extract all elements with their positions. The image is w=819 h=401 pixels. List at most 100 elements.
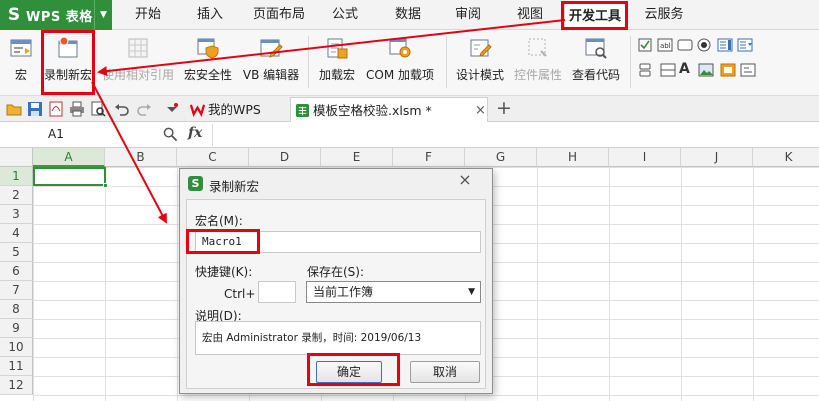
listbox-control-icon[interactable] bbox=[717, 38, 733, 52]
select-all-corner[interactable] bbox=[0, 148, 33, 167]
export-pdf-icon[interactable] bbox=[48, 101, 64, 117]
chevron-down-icon[interactable]: ▼ bbox=[94, 0, 112, 30]
label-control-icon[interactable]: A bbox=[679, 61, 695, 77]
row-header[interactable]: 5 bbox=[0, 243, 33, 262]
undo-icon[interactable] bbox=[114, 101, 130, 117]
row-header[interactable]: 4 bbox=[0, 224, 33, 243]
column-header[interactable]: J bbox=[681, 148, 753, 167]
shortcut-input[interactable] bbox=[258, 281, 296, 303]
com-addins-button[interactable]: COM 加载项 bbox=[362, 34, 438, 92]
scrollbar-control-icon[interactable] bbox=[660, 63, 676, 77]
row-header[interactable]: 3 bbox=[0, 205, 33, 224]
column-header[interactable]: I bbox=[609, 148, 681, 167]
column-header[interactable]: B bbox=[105, 148, 177, 167]
menu-bar: S WPS 表格 ▼ 开始 插入 页面布局 公式 数据 审阅 视图 开发工具 云… bbox=[0, 0, 819, 30]
insert-function-button[interactable]: fx bbox=[188, 125, 202, 141]
row-header[interactable]: 9 bbox=[0, 319, 33, 338]
macro-button[interactable]: 宏 bbox=[4, 34, 38, 92]
load-macro-button[interactable]: 加载宏 bbox=[314, 34, 360, 92]
column-header[interactable]: G bbox=[465, 148, 537, 167]
description-input[interactable]: 宏由 Administrator 录制，时间: 2019/06/13 bbox=[195, 321, 481, 355]
print-icon[interactable] bbox=[69, 101, 85, 117]
toggle-control-icon[interactable] bbox=[720, 63, 736, 77]
row-header[interactable]: 1 bbox=[0, 167, 33, 186]
fill-handle[interactable] bbox=[103, 183, 108, 188]
name-box[interactable]: A1 bbox=[0, 122, 160, 147]
gear-icon bbox=[389, 38, 411, 58]
vb-editor-icon bbox=[260, 39, 283, 58]
relative-reference-label: 使用相对引用 bbox=[101, 68, 174, 82]
developer-ribbon: 宏 录制新宏 使用相对引用 宏安全性 VB 编辑器 加载宏 COM 加载项 设计… bbox=[0, 30, 819, 96]
checkbox-control-icon[interactable] bbox=[638, 38, 654, 52]
open-folder-icon[interactable] bbox=[6, 101, 22, 117]
highlight-record-macro bbox=[41, 30, 95, 95]
row-header[interactable]: 11 bbox=[0, 357, 33, 376]
column-header[interactable]: H bbox=[537, 148, 609, 167]
spin-control-icon[interactable] bbox=[638, 63, 654, 77]
app-menu-button[interactable]: S WPS 表格 ▼ bbox=[0, 0, 112, 30]
row-header[interactable]: 10 bbox=[0, 338, 33, 357]
com-addins-label: COM 加载项 bbox=[366, 68, 434, 82]
row-header[interactable]: 7 bbox=[0, 281, 33, 300]
close-icon[interactable]: × bbox=[454, 170, 476, 190]
cancel-button[interactable]: 取消 bbox=[410, 361, 480, 383]
wps-brand-icon bbox=[190, 104, 205, 117]
tab-insert[interactable]: 插入 bbox=[192, 0, 228, 30]
zoom-icon[interactable] bbox=[163, 127, 178, 142]
wps-sheet-icon: S bbox=[188, 176, 203, 191]
row-header[interactable]: 6 bbox=[0, 262, 33, 281]
customize-toolbar-icon[interactable] bbox=[164, 101, 180, 117]
view-code-icon bbox=[585, 38, 607, 59]
tab-home[interactable]: 开始 bbox=[130, 0, 166, 30]
column-header[interactable]: C bbox=[177, 148, 249, 167]
row-header[interactable]: 2 bbox=[0, 186, 33, 205]
button-control-icon[interactable] bbox=[677, 38, 693, 52]
store-in-select[interactable]: 当前工作簿 ▼ bbox=[306, 281, 481, 303]
radio-control-icon[interactable] bbox=[697, 38, 713, 52]
spreadsheet-file-icon bbox=[295, 103, 310, 118]
control-properties-button[interactable]: 控件属性 bbox=[512, 34, 564, 92]
macro-security-button[interactable]: 宏安全性 bbox=[180, 34, 236, 92]
row-header[interactable]: 8 bbox=[0, 300, 33, 319]
vb-editor-label: VB 编辑器 bbox=[242, 68, 300, 82]
formula-input[interactable] bbox=[212, 124, 818, 146]
print-preview-icon[interactable] bbox=[90, 101, 106, 117]
column-header[interactable]: E bbox=[321, 148, 393, 167]
design-mode-button[interactable]: 设计模式 bbox=[452, 34, 508, 92]
combobox-control-icon[interactable] bbox=[737, 38, 753, 52]
design-mode-icon bbox=[470, 39, 492, 57]
textbox-control-icon[interactable]: abl bbox=[657, 38, 673, 52]
active-cell[interactable] bbox=[33, 167, 106, 186]
column-header[interactable]: F bbox=[393, 148, 465, 167]
tab-formulas[interactable]: 公式 bbox=[327, 0, 363, 30]
tab-data[interactable]: 数据 bbox=[390, 0, 426, 30]
app-name: WPS 表格 bbox=[26, 10, 93, 25]
column-header[interactable]: K bbox=[753, 148, 819, 167]
ctrl-label: Ctrl+ bbox=[224, 287, 256, 301]
row-header[interactable]: 12 bbox=[0, 376, 33, 395]
redo-icon[interactable] bbox=[136, 101, 152, 117]
dialog-title-bar[interactable]: S 录制新宏 × bbox=[180, 169, 492, 197]
column-header[interactable]: D bbox=[249, 148, 321, 167]
formula-bar: A1 fx bbox=[0, 122, 819, 148]
groupbox-control-icon[interactable] bbox=[740, 63, 756, 77]
tab-workbook[interactable]: 模板空格校验.xlsm * × bbox=[290, 97, 488, 122]
vb-editor-button[interactable]: VB 编辑器 bbox=[240, 34, 302, 92]
tab-cloud[interactable]: 云服务 bbox=[644, 0, 684, 30]
load-macro-label: 加载宏 bbox=[318, 68, 355, 82]
shield-icon bbox=[197, 38, 219, 59]
new-tab-icon[interactable]: + bbox=[494, 96, 514, 122]
save-icon[interactable] bbox=[27, 101, 43, 117]
tab-my-wps[interactable]: 我的WPS bbox=[186, 97, 286, 122]
tab-view[interactable]: 视图 bbox=[512, 0, 548, 30]
column-header[interactable]: A bbox=[33, 148, 105, 167]
view-code-button[interactable]: 查看代码 bbox=[568, 34, 624, 92]
close-tab-icon[interactable]: × bbox=[475, 98, 486, 123]
dialog-title: 录制新宏 bbox=[209, 179, 260, 194]
ribbon-separator bbox=[630, 36, 631, 88]
shortcut-label: 快捷键(K): bbox=[195, 265, 253, 279]
image-control-icon[interactable] bbox=[698, 63, 714, 77]
relative-reference-button[interactable]: 使用相对引用 bbox=[100, 34, 176, 92]
tab-review[interactable]: 审阅 bbox=[450, 0, 486, 30]
tab-page-layout[interactable]: 页面布局 bbox=[248, 0, 310, 30]
